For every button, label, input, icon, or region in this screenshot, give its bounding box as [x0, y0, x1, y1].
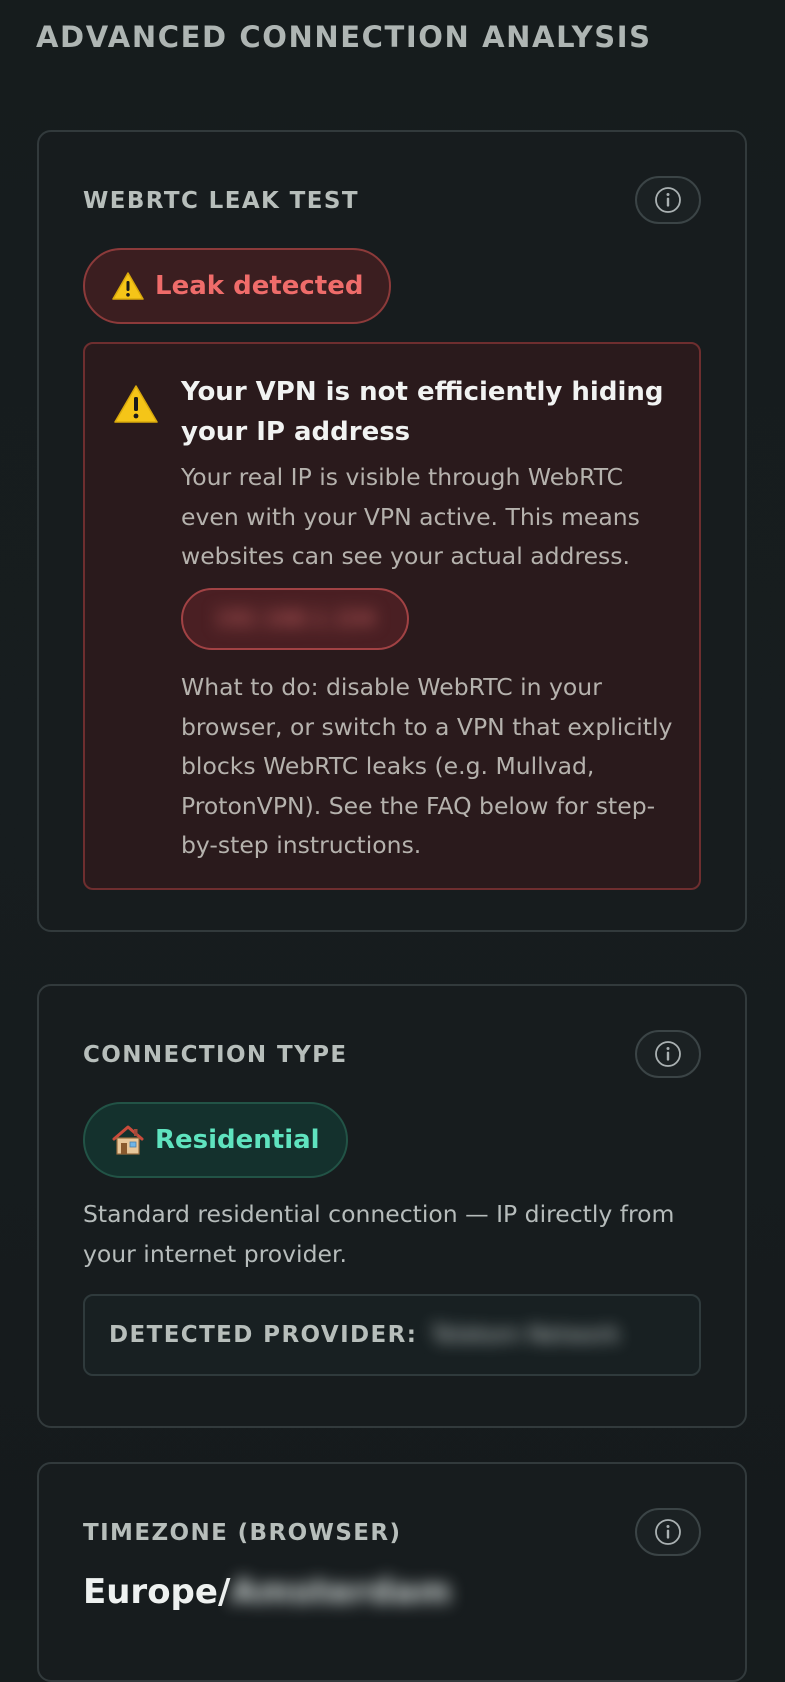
warning-icon [113, 384, 159, 428]
info-icon [655, 1041, 681, 1067]
detected-provider-box: DETECTED PROVIDER: Telekom Network [83, 1294, 701, 1376]
timezone-card: TIMEZONE (BROWSER) Europe/Amsterdam [37, 1462, 747, 1682]
warning-icon [111, 271, 145, 301]
house-icon [111, 1124, 145, 1156]
info-icon [655, 1519, 681, 1545]
page-title: ADVANCED CONNECTION ANALYSIS [36, 20, 652, 54]
timezone-prefix: Europe/ [83, 1572, 231, 1612]
connection-description: Standard residential connection — IP dir… [83, 1200, 675, 1268]
warning-title: Your VPN is not efficiently hiding your … [181, 377, 664, 447]
timezone-value: Europe/Amsterdam [83, 1572, 451, 1612]
webrtc-card-title: WEBRTC LEAK TEST [83, 188, 359, 214]
connection-info-button[interactable] [635, 1030, 701, 1078]
provider-value: Telekom Network [431, 1322, 620, 1348]
leak-status-label: Leak detected [155, 271, 364, 301]
connection-type-card: CONNECTION TYPE Residential Standard res… [37, 984, 747, 1428]
webrtc-leak-card: WEBRTC LEAK TEST Leak detected Your VPN … [37, 130, 747, 932]
warning-advice: What to do: disable WebRTC in your brows… [181, 673, 673, 859]
timezone-info-button[interactable] [635, 1508, 701, 1556]
provider-label: DETECTED PROVIDER: [109, 1322, 418, 1348]
vpn-warning-box: Your VPN is not efficiently hiding your … [83, 342, 701, 890]
connection-type-badge: Residential [83, 1102, 348, 1178]
connection-card-title: CONNECTION TYPE [83, 1042, 348, 1068]
leaked-ip-pill: 192.168.1.104 [181, 588, 409, 650]
timezone-hidden: Amsterdam [230, 1572, 452, 1612]
leaked-ip-value: 192.168.1.104 [214, 606, 376, 632]
info-icon [655, 187, 681, 213]
warning-description: Your real IP is visible through WebRTC e… [181, 463, 640, 570]
leak-status-badge: Leak detected [83, 248, 392, 324]
webrtc-info-button[interactable] [635, 176, 701, 224]
connection-type-label: Residential [155, 1125, 320, 1155]
timezone-card-title: TIMEZONE (BROWSER) [83, 1520, 402, 1546]
